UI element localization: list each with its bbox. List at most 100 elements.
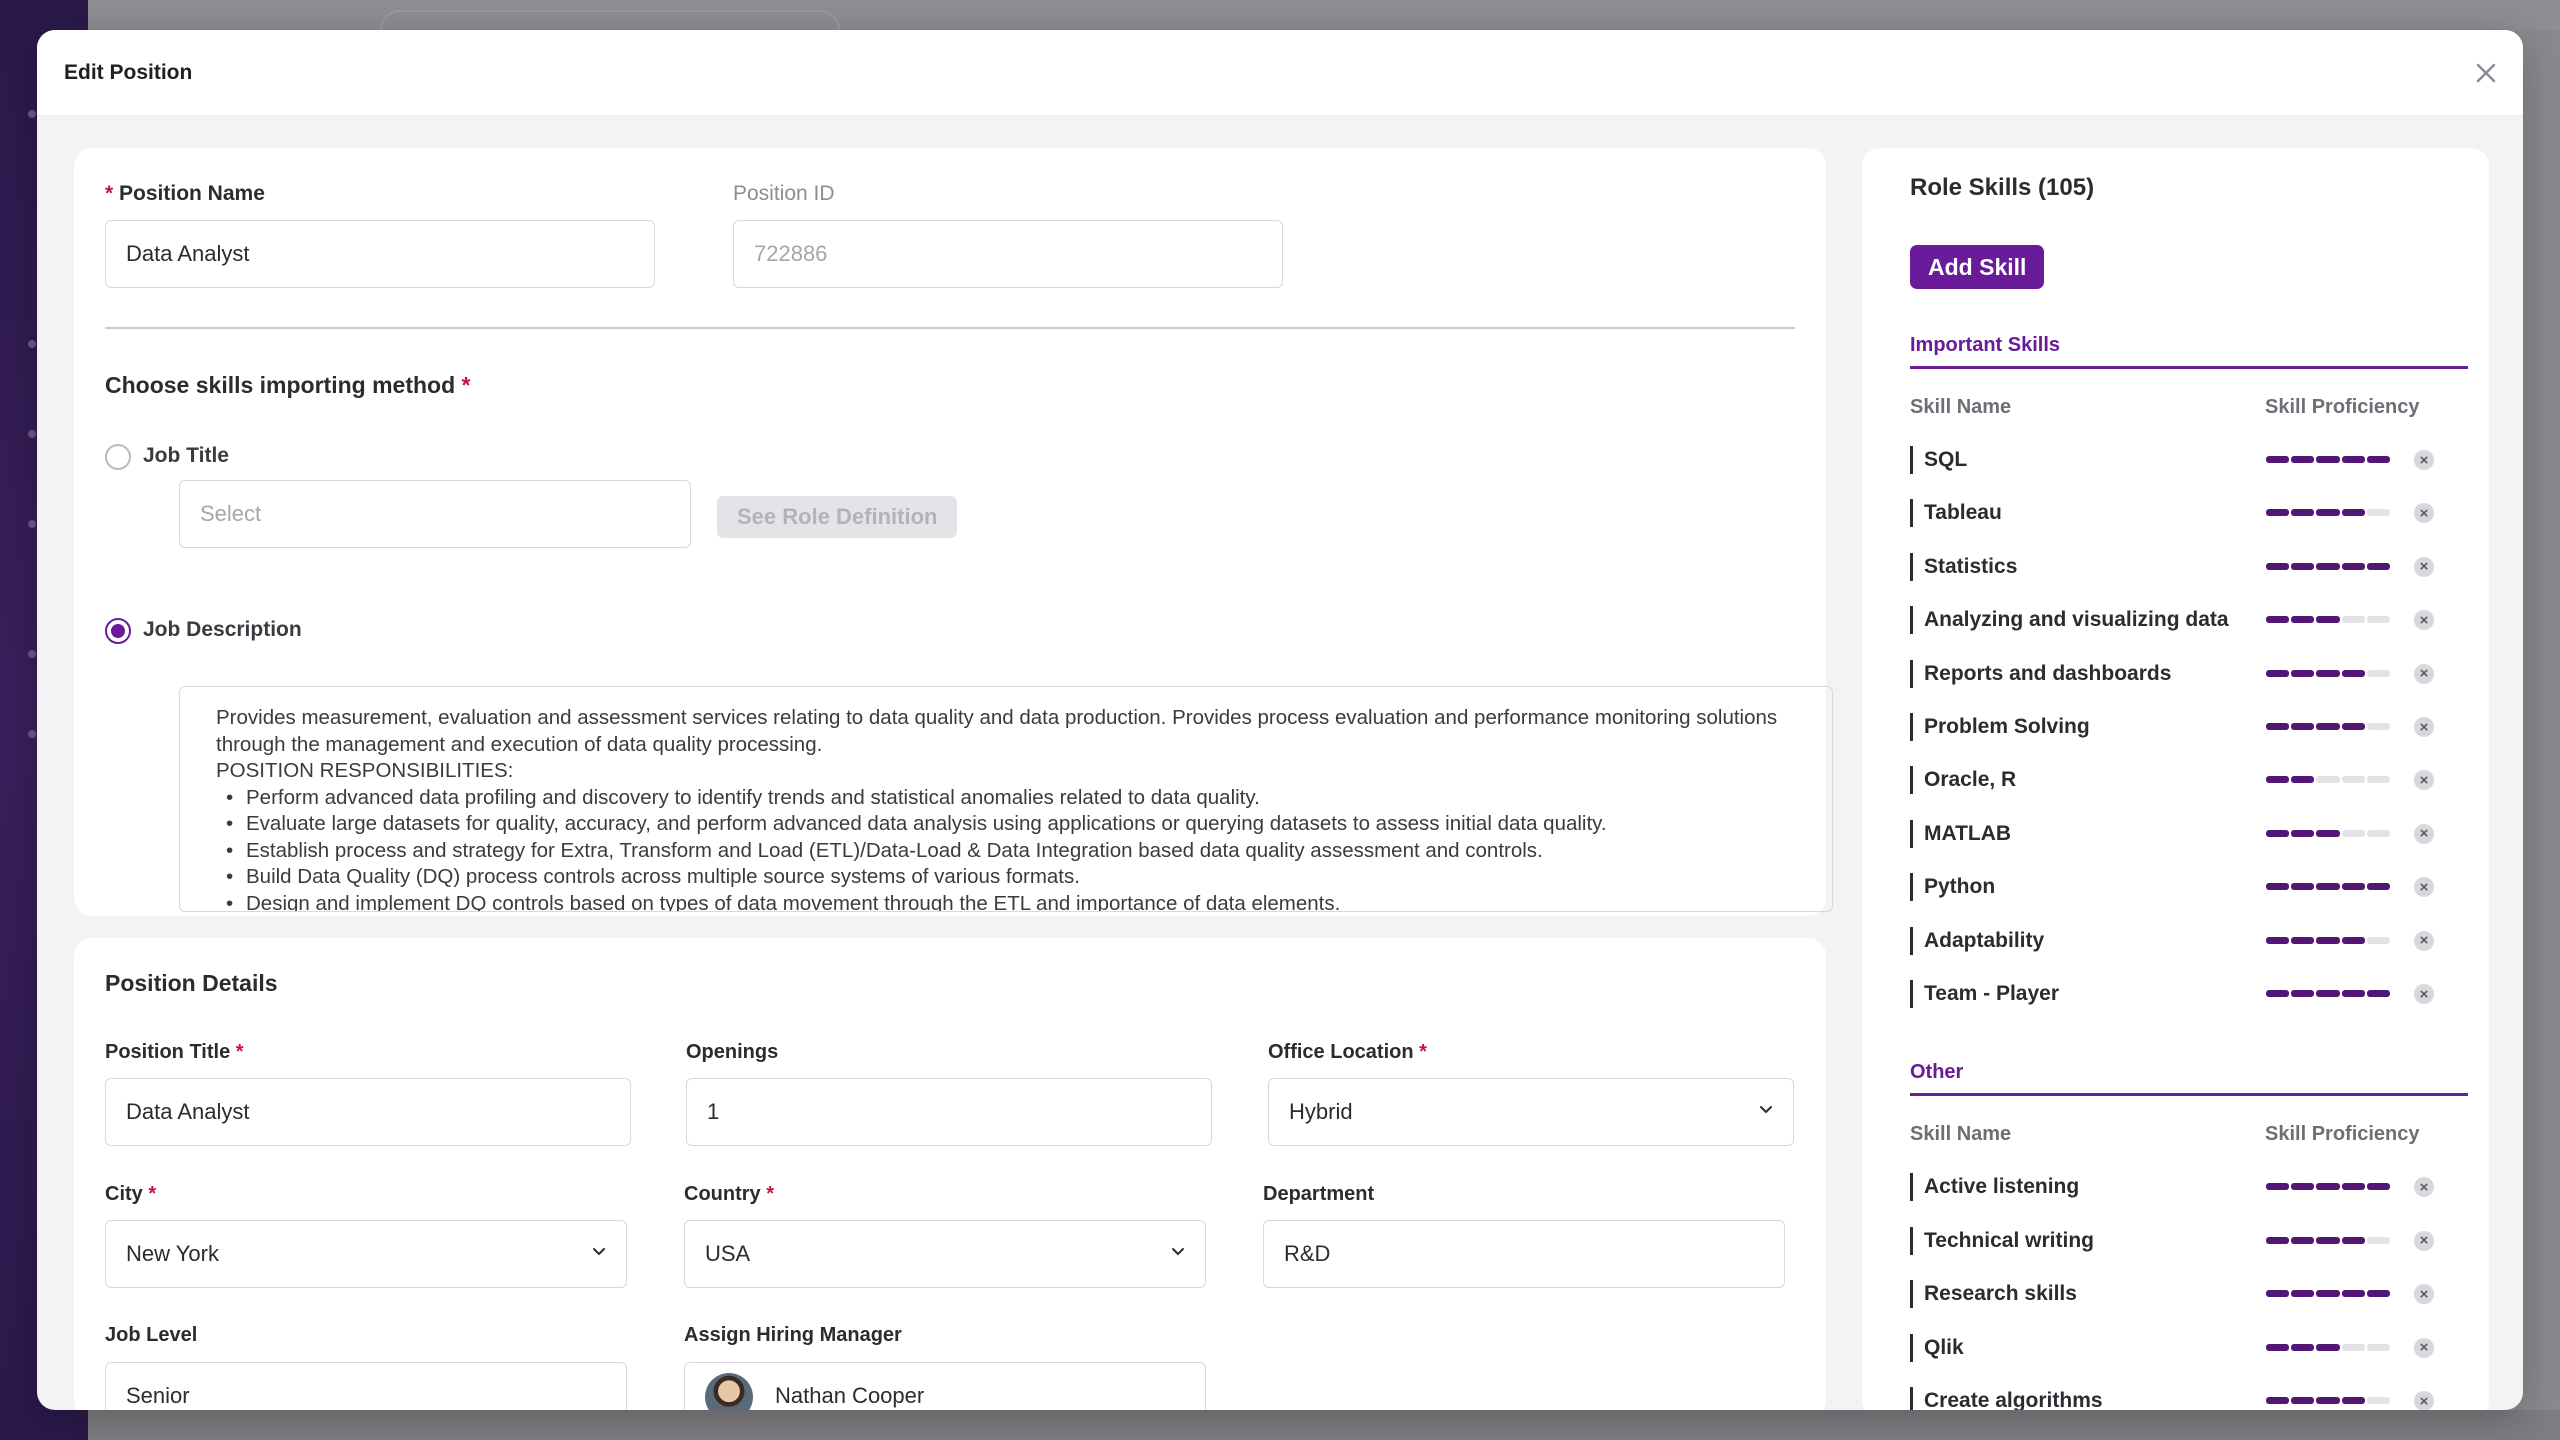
skill-proficiency-bar[interactable]	[2266, 1397, 2391, 1404]
job-description-textarea[interactable]: Provides measurement, evaluation and ass…	[179, 686, 1833, 912]
position-title-input[interactable]: Data Analyst	[105, 1078, 631, 1146]
add-skill-button[interactable]: Add Skill	[1910, 245, 2045, 289]
close-button[interactable]	[2471, 58, 2501, 88]
proficiency-segment	[2341, 776, 2365, 784]
skill-row: Analyzing and visualizing data ×	[1910, 604, 2468, 636]
proficiency-segment	[2291, 1343, 2315, 1351]
proficiency-segment	[2266, 723, 2290, 730]
group-underline	[1910, 366, 2468, 369]
remove-skill-icon[interactable]: ×	[2414, 1337, 2434, 1358]
remove-skill-icon[interactable]: ×	[2414, 1230, 2434, 1251]
proficiency-segment	[2366, 1290, 2391, 1298]
skill-proficiency-bar[interactable]	[2266, 1343, 2391, 1351]
remove-skill-icon[interactable]: ×	[2414, 984, 2434, 1004]
proficiency-segment	[2366, 1236, 2391, 1244]
skill-proficiency-bar[interactable]	[2266, 669, 2391, 677]
proficiency-segment	[2291, 562, 2315, 570]
proficiency-segment	[2341, 1397, 2365, 1404]
job-level-select[interactable]: Senior	[105, 1362, 627, 1410]
job-title-radio[interactable]	[105, 444, 131, 470]
job-title-radio-label: Job Title	[143, 444, 229, 467]
remove-skill-icon[interactable]: ×	[2414, 663, 2434, 684]
skill-row: Statistics ×	[1910, 551, 2468, 583]
remove-skill-icon[interactable]: ×	[2414, 770, 2434, 791]
proficiency-segment	[2291, 829, 2315, 837]
skill-proficiency-bar[interactable]	[2266, 509, 2391, 517]
proficiency-segment	[2291, 723, 2315, 730]
skill-proficiency-bar[interactable]	[2266, 723, 2391, 730]
hiring-manager-select[interactable]: Nathan Cooper	[684, 1362, 1206, 1410]
city-value: New York	[126, 1241, 219, 1266]
openings-input[interactable]: 1	[686, 1078, 1212, 1146]
proficiency-segment	[2341, 562, 2365, 570]
skill-proficiency-bar[interactable]	[2266, 829, 2391, 837]
proficiency-segment	[2316, 936, 2340, 944]
remove-skill-icon[interactable]: ×	[2414, 823, 2434, 844]
job-description-radio[interactable]	[105, 618, 131, 644]
remove-skill-icon[interactable]: ×	[2414, 1391, 2434, 1410]
skill-proficiency-bar[interactable]	[2266, 1183, 2391, 1191]
proficiency-segment	[2341, 990, 2365, 997]
proficiency-segment	[2316, 669, 2340, 677]
proficiency-segment	[2291, 1290, 2315, 1298]
position-details-card: Position Details Position Title * Data A…	[74, 938, 1826, 1410]
skill-row-marker	[1910, 1387, 1913, 1410]
remove-skill-icon[interactable]: ×	[2414, 717, 2434, 737]
country-select[interactable]: USA	[684, 1220, 1206, 1288]
proficiency-segment	[2366, 723, 2391, 730]
proficiency-segment	[2341, 616, 2365, 624]
skill-proficiency-bar[interactable]	[2266, 776, 2391, 784]
divider	[105, 327, 1795, 329]
remove-skill-icon[interactable]: ×	[2414, 503, 2434, 524]
proficiency-segment	[2316, 883, 2340, 891]
position-name-input[interactable]: Data Analyst	[105, 220, 655, 288]
proficiency-segment	[2366, 776, 2391, 784]
proficiency-segment	[2291, 1236, 2315, 1244]
skill-row: Tableau ×	[1910, 497, 2468, 529]
remove-skill-icon[interactable]: ×	[2414, 610, 2434, 631]
city-select[interactable]: New York	[105, 1220, 627, 1288]
office-location-select[interactable]: Hybrid	[1268, 1078, 1794, 1146]
remove-skill-icon[interactable]: ×	[2414, 1177, 2434, 1198]
skill-name: Team - Player	[1924, 982, 2060, 1005]
skill-proficiency-bar[interactable]	[2266, 616, 2391, 624]
remove-skill-icon[interactable]: ×	[2414, 930, 2434, 951]
remove-skill-icon[interactable]: ×	[2414, 556, 2434, 577]
skill-proficiency-bar[interactable]	[2266, 883, 2391, 891]
skill-row: Research skills ×	[1910, 1278, 2468, 1310]
position-id-input[interactable]: 722886	[733, 220, 1283, 288]
proficiency-segment	[2291, 883, 2315, 891]
skill-proficiency-bar[interactable]	[2266, 456, 2391, 463]
remove-skill-icon[interactable]: ×	[2414, 877, 2434, 898]
skill-proficiency-bar[interactable]	[2266, 562, 2391, 570]
department-input[interactable]: R&D	[1263, 1220, 1785, 1288]
see-role-definition-button[interactable]: See Role Definition	[717, 496, 958, 538]
skill-name-column-header: Skill Name	[1910, 396, 2012, 418]
background-nav-icon	[28, 520, 36, 528]
skill-row-marker	[1910, 1280, 1913, 1309]
proficiency-segment	[2266, 990, 2290, 997]
proficiency-segment	[2341, 1343, 2365, 1351]
remove-skill-icon[interactable]: ×	[2414, 450, 2434, 470]
list-item: Build Data Quality (DQ) process controls…	[226, 864, 1796, 891]
skill-proficiency-bar[interactable]	[2266, 936, 2391, 944]
skill-name: Tableau	[1924, 501, 2002, 525]
skill-row-marker	[1910, 1173, 1913, 1202]
skill-row-marker	[1910, 980, 1913, 1008]
job-title-select[interactable]: Select	[179, 480, 691, 548]
hiring-manager-label: Assign Hiring Manager	[684, 1324, 902, 1346]
skill-proficiency-bar[interactable]	[2266, 1236, 2391, 1244]
skill-proficiency-bar[interactable]	[2266, 990, 2391, 997]
chevron-down-icon	[1760, 1106, 1772, 1114]
skill-row-marker	[1910, 552, 1913, 581]
skill-row: Team - Player ×	[1910, 978, 2468, 1010]
skill-name: Qlik	[1924, 1335, 1964, 1359]
skill-name: Create algorithms	[1924, 1389, 2103, 1410]
skill-proficiency-bar[interactable]	[2266, 1290, 2391, 1298]
skill-row: Adaptability ×	[1910, 925, 2468, 957]
country-label: Country *	[684, 1183, 775, 1205]
office-location-label: Office Location *	[1268, 1041, 1427, 1063]
remove-skill-icon[interactable]: ×	[2414, 1284, 2434, 1305]
background-nav-icon	[28, 430, 36, 438]
proficiency-segment	[2341, 936, 2365, 944]
